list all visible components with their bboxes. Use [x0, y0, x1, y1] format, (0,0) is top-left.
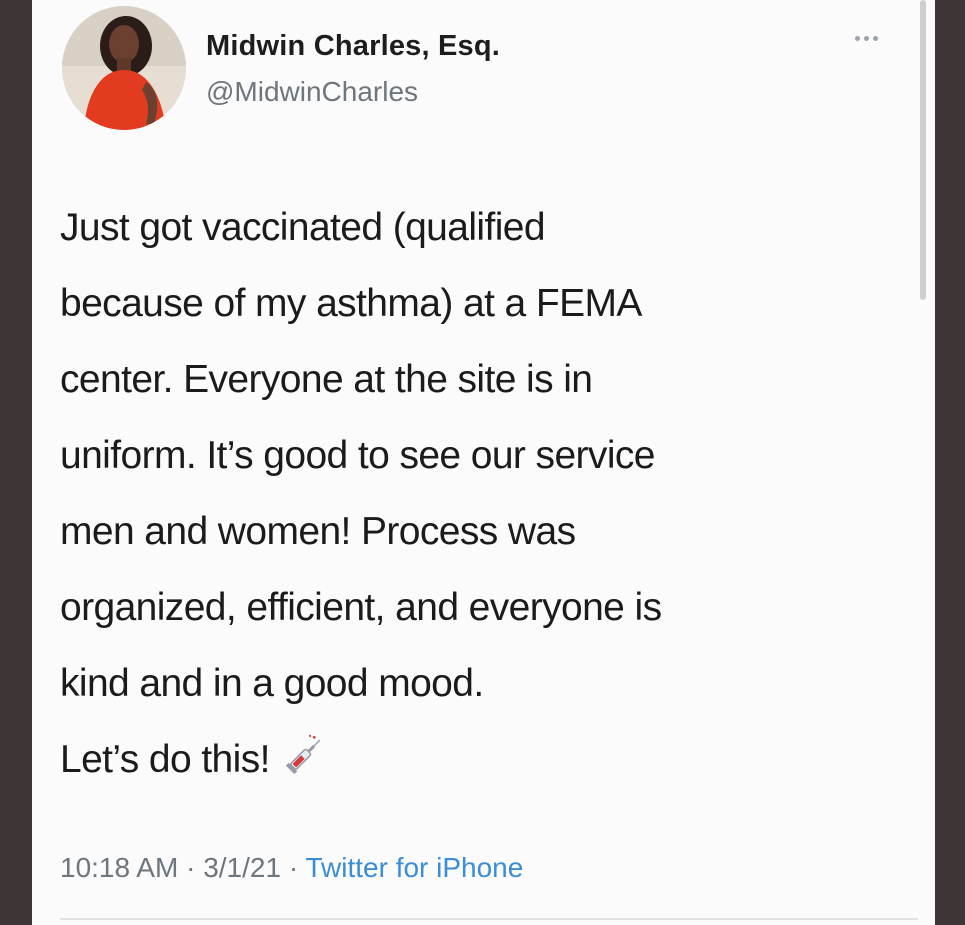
dot [854, 35, 860, 41]
syringe-icon [282, 728, 328, 775]
tweet-line: Just got vaccinated (qualified [60, 206, 546, 249]
tweet-line: organized, efficient, and everyone is [60, 586, 662, 629]
tweet-time[interactable]: 10:18 AM [60, 852, 178, 883]
scrollbar[interactable] [920, 0, 926, 300]
tweet-line: kind and in a good mood. [60, 662, 484, 705]
tweet-meta: 10:18 AM · 3/1/21 · Twitter for iPhone [60, 852, 523, 884]
meta-separator: · [178, 852, 204, 883]
meta-separator: · [281, 852, 306, 883]
ellipsis-icon[interactable] [848, 28, 884, 48]
tweet-line: Let’s do this! [60, 738, 270, 781]
tweet-date[interactable]: 3/1/21 [203, 852, 281, 883]
divider [60, 918, 918, 920]
tweet-line-last: Let’s do this! [60, 722, 880, 798]
tweet-line: men and women! Process was [60, 510, 576, 553]
tweet-text: Just got vaccinated (qualified because o… [60, 190, 880, 798]
dot [863, 35, 869, 41]
profile-photo-icon [62, 6, 186, 130]
tweet-line: uniform. It’s good to see our service [60, 434, 655, 477]
tweet-line: center. Everyone at the site is in [60, 358, 593, 401]
tweet-line: because of my asthma) at a FEMA [60, 282, 642, 325]
right-frame [935, 0, 965, 925]
tweet-card: Midwin Charles, Esq. @MidwinCharles Just… [32, 0, 935, 925]
dot [872, 35, 878, 41]
author-display-name[interactable]: Midwin Charles, Esq. [206, 30, 500, 63]
tweet-source-link[interactable]: Twitter for iPhone [305, 852, 523, 883]
left-frame [0, 0, 32, 925]
author-handle[interactable]: @MidwinCharles [206, 76, 418, 108]
avatar[interactable] [62, 6, 186, 130]
